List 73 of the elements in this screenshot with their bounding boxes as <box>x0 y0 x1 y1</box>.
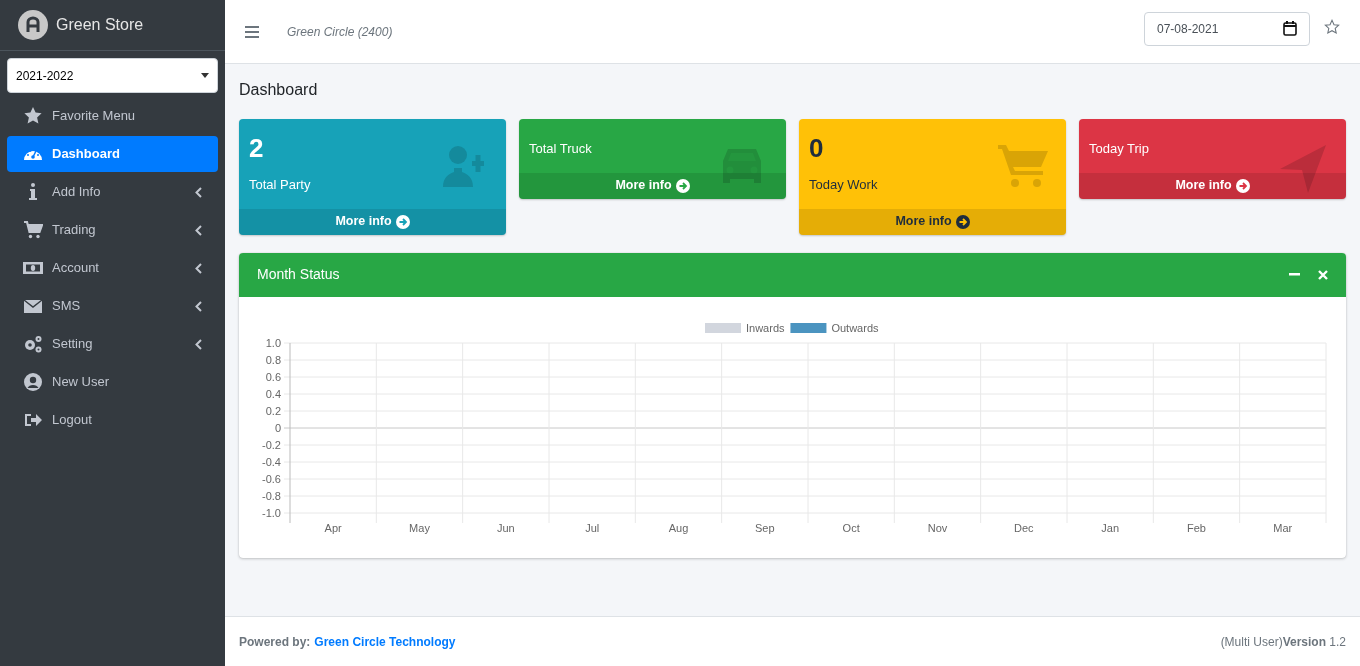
caret-icon <box>201 73 209 78</box>
sidebar-item[interactable]: Logout <box>7 402 218 438</box>
y-tick-label: -0.2 <box>262 438 281 451</box>
sidebar-item[interactable]: Account <box>7 250 218 286</box>
stat-value: 0 <box>809 133 825 163</box>
sidebar-item[interactable]: Trading <box>7 212 218 248</box>
x-tick-label: Nov <box>927 521 948 534</box>
sidebar-item[interactable]: Setting <box>7 326 218 362</box>
x-tick-label: Jul <box>585 521 600 534</box>
version-text: (Multi User)Version 1.2 <box>1220 633 1346 651</box>
legend-label: Inwards <box>746 321 785 334</box>
brand-title[interactable]: Green Store <box>56 13 144 37</box>
y-tick-label: 0.2 <box>265 404 281 417</box>
chevron-icon <box>195 300 202 312</box>
x-tick-label: Sep <box>755 521 775 534</box>
chevron-icon <box>195 338 202 350</box>
user-icon <box>23 372 43 392</box>
footer-label: Powered by: <box>239 633 311 651</box>
company-link[interactable]: Green Circle Technology <box>314 632 456 651</box>
y-tick-label: -0.8 <box>262 489 281 502</box>
more-info-link[interactable]: More info <box>519 172 786 199</box>
sidebar-item[interactable]: New User <box>7 364 218 400</box>
x-tick-label: Oct <box>842 521 860 534</box>
chevron-icon <box>195 262 202 274</box>
arrow-circle-icon <box>395 214 410 229</box>
more-info-link[interactable]: More info <box>1079 172 1346 199</box>
x-tick-label: Jan <box>1101 521 1120 534</box>
stat-label: Total Party <box>249 176 312 194</box>
gears-icon <box>23 334 43 354</box>
legend-label: Outwards <box>831 321 879 334</box>
y-tick-label: 0 <box>274 421 281 434</box>
y-tick-label: 0.4 <box>265 387 281 400</box>
stat-label: Total Truck <box>529 140 593 158</box>
x-tick-label: May <box>409 521 430 534</box>
x-tick-label: Dec <box>1014 521 1034 534</box>
y-tick-label: 0.8 <box>265 353 281 366</box>
x-tick-label: Apr <box>324 521 342 534</box>
cart-icon <box>23 220 43 240</box>
year-select[interactable]: 2021-2022 <box>7 58 218 93</box>
y-tick-label: -0.6 <box>262 472 281 485</box>
x-tick-label: Mar <box>1273 521 1293 534</box>
send-icon <box>1278 143 1328 193</box>
x-tick-label: Jun <box>496 521 515 534</box>
arrow-circle-icon <box>1235 178 1250 193</box>
y-tick-label: 0.6 <box>265 370 281 383</box>
star-icon[interactable] <box>1324 18 1340 35</box>
more-info-link[interactable]: More info <box>239 208 506 235</box>
sidebar-item[interactable]: Add Info <box>7 174 218 210</box>
more-info-link[interactable]: More info <box>799 208 1066 235</box>
chevron-icon <box>195 224 202 236</box>
logo-icon <box>18 10 48 40</box>
close-icon[interactable] <box>1318 269 1328 280</box>
y-tick-label: 1.0 <box>265 336 281 349</box>
chevron-icon <box>195 186 202 198</box>
star-icon <box>23 106 43 126</box>
stat-label: Today Trip <box>1089 140 1150 158</box>
stat-label: Today Work <box>809 176 879 194</box>
menu-icon[interactable] <box>245 25 259 38</box>
sidebar-item[interactable]: Dashboard <box>7 136 218 172</box>
stat-value: 2 <box>249 133 265 163</box>
arrow-circle-icon <box>675 178 690 193</box>
arrow-circle-icon <box>955 214 970 229</box>
y-tick-label: -0.4 <box>262 455 281 468</box>
sidebar-item[interactable]: SMS <box>7 288 218 324</box>
card-title: Month Status <box>257 265 341 284</box>
calendar-icon[interactable] <box>1283 21 1297 36</box>
page-title: Dashboard <box>239 80 319 100</box>
y-tick-label: -1.0 <box>262 506 281 519</box>
x-tick-label: Feb <box>1187 521 1206 534</box>
date-field[interactable]: 07-08-2021 <box>1144 11 1310 46</box>
sidebar-item[interactable]: Favorite Menu <box>7 98 218 134</box>
x-tick-label: Aug <box>668 521 689 534</box>
company-name: Green Circle (2400) <box>287 23 393 41</box>
